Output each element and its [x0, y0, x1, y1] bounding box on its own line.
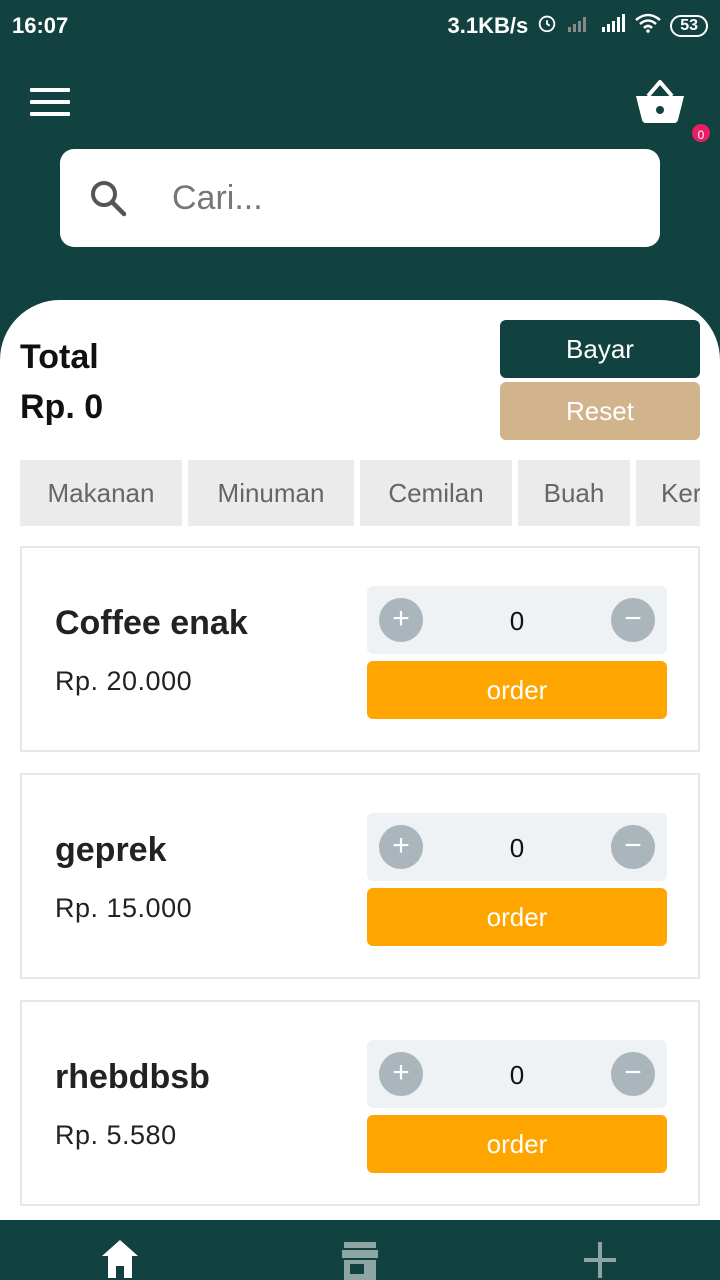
signal-icon: [600, 13, 626, 39]
wifi-icon: [634, 13, 662, 39]
pay-button[interactable]: Bayar: [500, 320, 700, 378]
tab-cemilan[interactable]: Cemilan: [360, 460, 512, 526]
order-button[interactable]: order: [367, 888, 667, 946]
order-button[interactable]: order: [367, 661, 667, 719]
search-input[interactable]: [172, 169, 632, 227]
status-icons: 3.1KB/s 53: [447, 12, 708, 40]
order-button[interactable]: order: [367, 1115, 667, 1173]
signal-off-icon: [566, 13, 592, 39]
status-bar: 16:07 3.1KB/s 53: [0, 0, 720, 52]
quantity-value: 0: [509, 1060, 525, 1090]
tab-buah[interactable]: Buah: [518, 460, 630, 526]
decrement-button[interactable]: −: [611, 598, 655, 642]
category-tabs: Makanan Minuman Cemilan Buah Ker: [20, 460, 700, 526]
app-header: 0: [0, 52, 720, 300]
status-time: 16:07: [12, 13, 69, 38]
increment-button[interactable]: +: [379, 1052, 423, 1096]
quantity-stepper: + 0 −: [367, 1040, 667, 1108]
net-speed: 3.1KB/s: [447, 13, 529, 38]
product-price: Rp. 20.000: [55, 666, 193, 696]
product-card: geprek Rp. 15.000 + 0 − order: [20, 773, 700, 979]
tab-minuman[interactable]: Minuman: [188, 460, 354, 526]
alarm-icon: [536, 12, 558, 40]
increment-button[interactable]: +: [379, 825, 423, 869]
decrement-button[interactable]: −: [611, 825, 655, 869]
search-bar: [60, 149, 660, 247]
plus-icon[interactable]: [582, 1238, 618, 1280]
search-icon: [91, 181, 127, 217]
product-card: Coffee enak Rp. 20.000 + 0 − order: [20, 546, 700, 752]
store-icon[interactable]: [340, 1238, 380, 1280]
content-sheet: Total Rp. 0 Bayar Reset Makanan Minuman Ce…: [0, 300, 720, 1220]
tab-makanan[interactable]: Makanan: [20, 460, 182, 526]
menu-icon[interactable]: [30, 88, 70, 116]
decrement-button[interactable]: −: [611, 1052, 655, 1096]
reset-button[interactable]: Reset: [500, 382, 700, 440]
tab-ker[interactable]: Ker: [636, 460, 700, 526]
quantity-value: 0: [509, 833, 525, 863]
total-label: Total: [20, 338, 99, 376]
product-name: rhebdbsb: [55, 1058, 210, 1096]
product-price: Rp. 15.000: [55, 893, 193, 923]
bottom-navigation: [0, 1220, 720, 1280]
total-value: Rp. 0: [20, 388, 104, 426]
product-card: rhebdbsb Rp. 5.580 + 0 − order: [20, 1000, 700, 1206]
cart-basket-icon[interactable]: [634, 78, 686, 124]
battery-indicator: 53: [670, 15, 708, 37]
home-icon[interactable]: [100, 1238, 140, 1280]
cart-count-badge: 0: [690, 122, 712, 144]
product-price: Rp. 5.580: [55, 1120, 177, 1150]
increment-button[interactable]: +: [379, 598, 423, 642]
product-name: geprek: [55, 831, 167, 869]
quantity-stepper: + 0 −: [367, 813, 667, 881]
quantity-stepper: + 0 −: [367, 586, 667, 654]
product-name: Coffee enak: [55, 604, 248, 642]
quantity-value: 0: [509, 606, 525, 636]
